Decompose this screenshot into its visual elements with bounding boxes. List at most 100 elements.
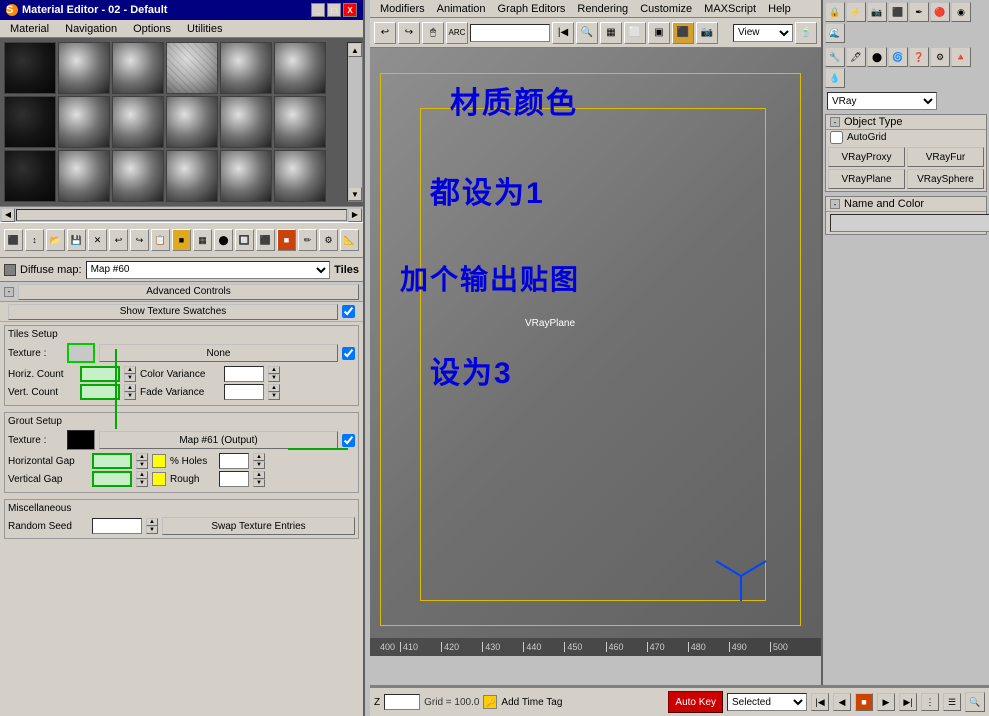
mat-tb-11[interactable]: ⬤: [214, 229, 233, 251]
sphere-1-4[interactable]: [220, 96, 272, 148]
sphere-0-0[interactable]: [4, 42, 56, 94]
show-texture-check[interactable]: [342, 305, 355, 318]
horiz-down[interactable]: ▼: [124, 374, 136, 382]
vrayplane-btn[interactable]: VRayPlane: [828, 169, 905, 189]
horiz-gap-input[interactable]: 3.0: [92, 453, 132, 469]
tb-btn4[interactable]: ⬜: [624, 22, 646, 44]
horiz-count-spinner[interactable]: ▲ ▼: [124, 366, 136, 382]
vray-dropdown[interactable]: VRay: [827, 92, 937, 110]
rt-icon-11[interactable]: ⬤: [867, 47, 887, 67]
menu-maxscript[interactable]: MAXScript: [698, 3, 762, 15]
horiz-count-input[interactable]: 1.0: [80, 366, 120, 382]
random-seed-spinner[interactable]: ▲ ▼: [146, 518, 158, 534]
tb-btn7[interactable]: 📷: [696, 22, 718, 44]
horiz-up[interactable]: ▲: [124, 366, 136, 374]
sphere-0-5[interactable]: [274, 42, 326, 94]
mat-tb-14[interactable]: ■: [277, 229, 296, 251]
rt-icon-6[interactable]: 🔴: [930, 2, 950, 22]
menu-utilities[interactable]: Utilities: [181, 23, 228, 35]
sphere-1-1[interactable]: [58, 96, 110, 148]
cv-down[interactable]: ▼: [268, 374, 280, 382]
vert-down[interactable]: ▼: [124, 392, 136, 400]
vert-count-spinner[interactable]: ▲ ▼: [124, 384, 136, 400]
color-variance-input[interactable]: 0.0: [224, 366, 264, 382]
tb-btn1[interactable]: |◀: [552, 22, 574, 44]
mat-tb-3[interactable]: 📂: [46, 229, 65, 251]
vrayfur-btn[interactable]: VRayFur: [907, 147, 984, 167]
vrayproxy-btn[interactable]: VRayProxy: [828, 147, 905, 167]
rs-up[interactable]: ▲: [146, 518, 158, 526]
mat-tb-6[interactable]: ↩: [109, 229, 128, 251]
swap-texture-btn[interactable]: Swap Texture Entries: [162, 517, 355, 535]
sphere-2-5[interactable]: [274, 150, 326, 202]
sphere-0-1[interactable]: [58, 42, 110, 94]
tb-undo[interactable]: ↩: [374, 22, 396, 44]
grout-map-check[interactable]: [342, 434, 355, 447]
menu-modifiers[interactable]: Modifiers: [374, 3, 431, 15]
mat-tb-7[interactable]: ↪: [130, 229, 149, 251]
rt-icon-3[interactable]: 📷: [867, 2, 887, 22]
mat-tb-15[interactable]: ✏: [298, 229, 317, 251]
mat-tb-17[interactable]: 📐: [340, 229, 359, 251]
hg-down[interactable]: ▼: [136, 461, 148, 469]
sphere-1-0[interactable]: [4, 96, 56, 148]
menu-rendering[interactable]: Rendering: [571, 3, 634, 15]
sphere-2-4[interactable]: [220, 150, 272, 202]
tiles-texture-swatch[interactable]: [67, 343, 95, 363]
tb-dropdown[interactable]: [470, 24, 550, 42]
mat-tb-4[interactable]: 💾: [67, 229, 86, 251]
horiz-gap-spinner[interactable]: ▲ ▼: [136, 453, 148, 469]
scroll-down[interactable]: ▼: [348, 187, 362, 201]
tb-camera[interactable]: 🍵: [795, 22, 817, 44]
random-seed-input[interactable]: 59844: [92, 518, 142, 534]
rough-spinner[interactable]: ▲ ▼: [253, 471, 265, 487]
collapse-obj-type[interactable]: -: [830, 117, 840, 127]
tb-btn5[interactable]: ▣: [648, 22, 670, 44]
hscroll-track[interactable]: [16, 209, 347, 221]
cv-up[interactable]: ▲: [268, 366, 280, 374]
rt-icon-7[interactable]: ◉: [951, 2, 971, 22]
ph-up[interactable]: ▲: [253, 453, 265, 461]
tiles-map-btn[interactable]: None: [99, 344, 338, 362]
rt-icon-9[interactable]: 🔧: [825, 47, 845, 67]
tb-arc-rotate[interactable]: ARC: [446, 22, 468, 44]
vert-count-input[interactable]: 1.0: [80, 384, 120, 400]
rough-input[interactable]: 0.0: [219, 471, 249, 487]
tb-btn3[interactable]: ▦: [600, 22, 622, 44]
sphere-2-3[interactable]: [166, 150, 218, 202]
mat-tb-9[interactable]: ■: [172, 229, 191, 251]
fv-up[interactable]: ▲: [268, 384, 280, 392]
hg-up[interactable]: ▲: [136, 453, 148, 461]
rt-icon-16[interactable]: 💧: [825, 68, 845, 88]
grout-texture-swatch[interactable]: [67, 430, 95, 450]
menu-options[interactable]: Options: [127, 23, 177, 35]
tb-btn6[interactable]: ⬛: [672, 22, 694, 44]
rt-icon-10[interactable]: 🖊: [846, 47, 866, 67]
menu-customize[interactable]: Customize: [634, 3, 698, 15]
rt-icon-8[interactable]: 🌊: [825, 23, 845, 43]
sphere-1-3[interactable]: [166, 96, 218, 148]
rt-icon-1[interactable]: 🔒: [825, 2, 845, 22]
sphere-2-2[interactable]: [112, 150, 164, 202]
sphere-scrollbar[interactable]: ▲ ▼: [347, 42, 363, 202]
vg-down[interactable]: ▼: [136, 479, 148, 487]
autogrid-checkbox[interactable]: [830, 131, 843, 144]
name-input[interactable]: [830, 214, 989, 232]
minimize-btn[interactable]: _: [311, 3, 325, 17]
sphere-1-5[interactable]: [274, 96, 326, 148]
restore-btn[interactable]: □: [327, 3, 341, 17]
rt-icon-13[interactable]: ❓: [909, 47, 929, 67]
sphere-1-2[interactable]: [112, 96, 164, 148]
tb-redo[interactable]: ↪: [398, 22, 420, 44]
mat-tb-8[interactable]: 📋: [151, 229, 170, 251]
rt-icon-12[interactable]: 🌀: [888, 47, 908, 67]
fade-variance-spinner[interactable]: ▲ ▼: [268, 384, 280, 400]
rt-icon-2[interactable]: ⚡: [846, 2, 866, 22]
mat-tb-1[interactable]: ⬛: [4, 229, 23, 251]
vg-up[interactable]: ▲: [136, 471, 148, 479]
sphere-2-0[interactable]: [4, 150, 56, 202]
adv-controls-btn[interactable]: Advanced Controls: [18, 284, 359, 300]
sphere-0-3[interactable]: [166, 42, 218, 94]
collapse-adv[interactable]: -: [4, 287, 14, 297]
hscroll-right[interactable]: ▶: [348, 208, 362, 222]
